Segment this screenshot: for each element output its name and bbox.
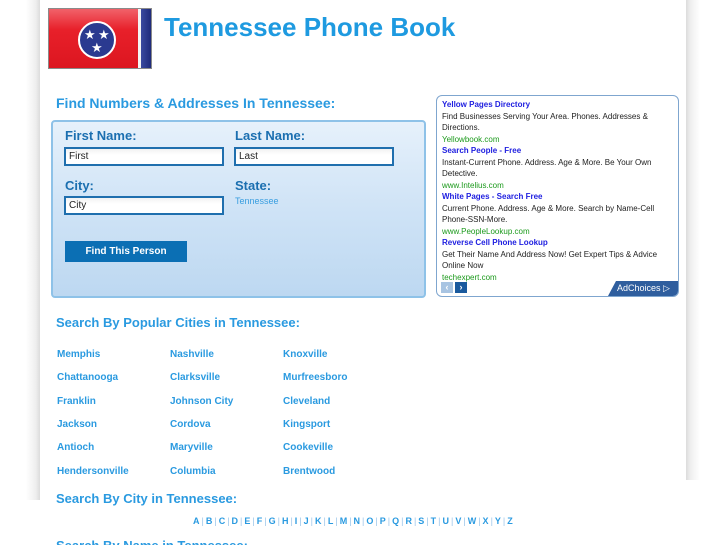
ad-description: Find Businesses Serving Your Area. Phone… bbox=[442, 111, 648, 133]
city-input[interactable] bbox=[64, 196, 224, 215]
first-name-input[interactable] bbox=[64, 147, 224, 166]
city-link[interactable]: Cleveland bbox=[283, 396, 330, 407]
ad-item[interactable]: Reverse Cell Phone Lookup Get Their Name… bbox=[442, 237, 673, 283]
site-title[interactable]: Tennessee Phone Book bbox=[164, 12, 455, 43]
first-name-label: First Name: bbox=[65, 128, 137, 143]
letter-link[interactable]: A bbox=[193, 516, 200, 526]
letter-link[interactable]: R bbox=[405, 516, 412, 526]
city-link[interactable]: Murfreesboro bbox=[283, 372, 347, 383]
city-link[interactable]: Columbia bbox=[170, 466, 216, 477]
ad-url[interactable]: Yellowbook.com bbox=[442, 134, 673, 146]
page-container: ★ ★ ★ Tennessee Phone Book Find Numbers … bbox=[40, 0, 686, 545]
letter-link[interactable]: W bbox=[468, 516, 477, 526]
city-link[interactable]: Knoxville bbox=[283, 349, 327, 360]
ad-navigation: ‹ › bbox=[441, 282, 467, 293]
name-search-heading: Search By Name in Tennessee: bbox=[56, 538, 248, 545]
chevron-right-icon[interactable]: › bbox=[455, 282, 467, 293]
alphabet-index: A | B | C | D | E | F | G | H | I | J | K | L | M | N | O | P | Q | R | S | T |… bbox=[193, 516, 513, 526]
ad-description: Current Phone. Address. Age & More. Sear… bbox=[442, 203, 655, 225]
ad-item[interactable]: Yellow Pages Directory Find Businesses S… bbox=[442, 99, 673, 145]
tennessee-flag-icon: ★ ★ ★ bbox=[48, 8, 152, 69]
ad-description: Get Their Name And Address Now! Get Expe… bbox=[442, 249, 658, 271]
adchoices-button[interactable]: AdChoices ▷ bbox=[608, 281, 678, 296]
state-value: Tennessee bbox=[235, 196, 279, 206]
letter-link[interactable]: J bbox=[304, 516, 309, 526]
ad-box: Yellow Pages Directory Find Businesses S… bbox=[436, 95, 679, 297]
city-link[interactable]: Jackson bbox=[57, 419, 97, 430]
ad-item[interactable]: White Pages - Search Free Current Phone.… bbox=[442, 191, 673, 237]
last-name-input[interactable] bbox=[234, 147, 394, 166]
city-link[interactable]: Franklin bbox=[57, 396, 96, 407]
city-link[interactable]: Johnson City bbox=[170, 396, 233, 407]
letter-link[interactable]: P bbox=[380, 516, 386, 526]
find-person-button[interactable]: Find This Person bbox=[65, 241, 187, 262]
letter-link[interactable]: G bbox=[269, 516, 276, 526]
search-heading: Find Numbers & Addresses In Tennessee: bbox=[56, 95, 336, 111]
page-shadow-right bbox=[686, 0, 700, 480]
city-link[interactable]: Cookeville bbox=[283, 442, 333, 453]
letter-link[interactable]: Z bbox=[507, 516, 513, 526]
popular-cities-heading: Search By Popular Cities in Tennessee: bbox=[56, 315, 300, 330]
star-icon: ★ bbox=[91, 40, 103, 55]
ad-description: Instant-Current Phone. Address. Age & Mo… bbox=[442, 157, 652, 179]
ad-item[interactable]: Search People - Free Instant-Current Pho… bbox=[442, 145, 673, 191]
city-link[interactable]: Hendersonville bbox=[57, 466, 129, 477]
city-link[interactable]: Cordova bbox=[170, 419, 211, 430]
city-search-heading: Search By City in Tennessee: bbox=[56, 491, 238, 506]
city-link[interactable]: Maryville bbox=[170, 442, 213, 453]
letter-link[interactable]: K bbox=[315, 516, 322, 526]
ad-title[interactable]: White Pages - Search Free bbox=[442, 191, 673, 203]
city-link[interactable]: Memphis bbox=[57, 349, 100, 360]
chevron-left-icon[interactable]: ‹ bbox=[441, 282, 453, 293]
city-link[interactable]: Antioch bbox=[57, 442, 94, 453]
ad-url[interactable]: www.Intelius.com bbox=[442, 180, 673, 192]
city-link[interactable]: Brentwood bbox=[283, 466, 335, 477]
city-label: City: bbox=[65, 178, 94, 193]
ad-title[interactable]: Reverse Cell Phone Lookup bbox=[442, 237, 673, 249]
flag-circle: ★ ★ ★ bbox=[78, 21, 116, 59]
letter-link[interactable]: X bbox=[483, 516, 489, 526]
city-link[interactable]: Chattanooga bbox=[57, 372, 118, 383]
ad-title[interactable]: Yellow Pages Directory bbox=[442, 99, 673, 111]
page-shadow-left bbox=[26, 0, 40, 500]
last-name-label: Last Name: bbox=[235, 128, 306, 143]
city-link[interactable]: Clarksville bbox=[170, 372, 220, 383]
city-link[interactable]: Kingsport bbox=[283, 419, 330, 430]
ad-title[interactable]: Search People - Free bbox=[442, 145, 673, 157]
state-label: State: bbox=[235, 178, 272, 193]
ad-url[interactable]: www.PeopleLookup.com bbox=[442, 226, 673, 238]
flag-blue-stripe bbox=[141, 9, 151, 68]
city-link[interactable]: Nashville bbox=[170, 349, 214, 360]
person-search-form: First Name: Last Name: City: State: Tenn… bbox=[51, 120, 426, 298]
